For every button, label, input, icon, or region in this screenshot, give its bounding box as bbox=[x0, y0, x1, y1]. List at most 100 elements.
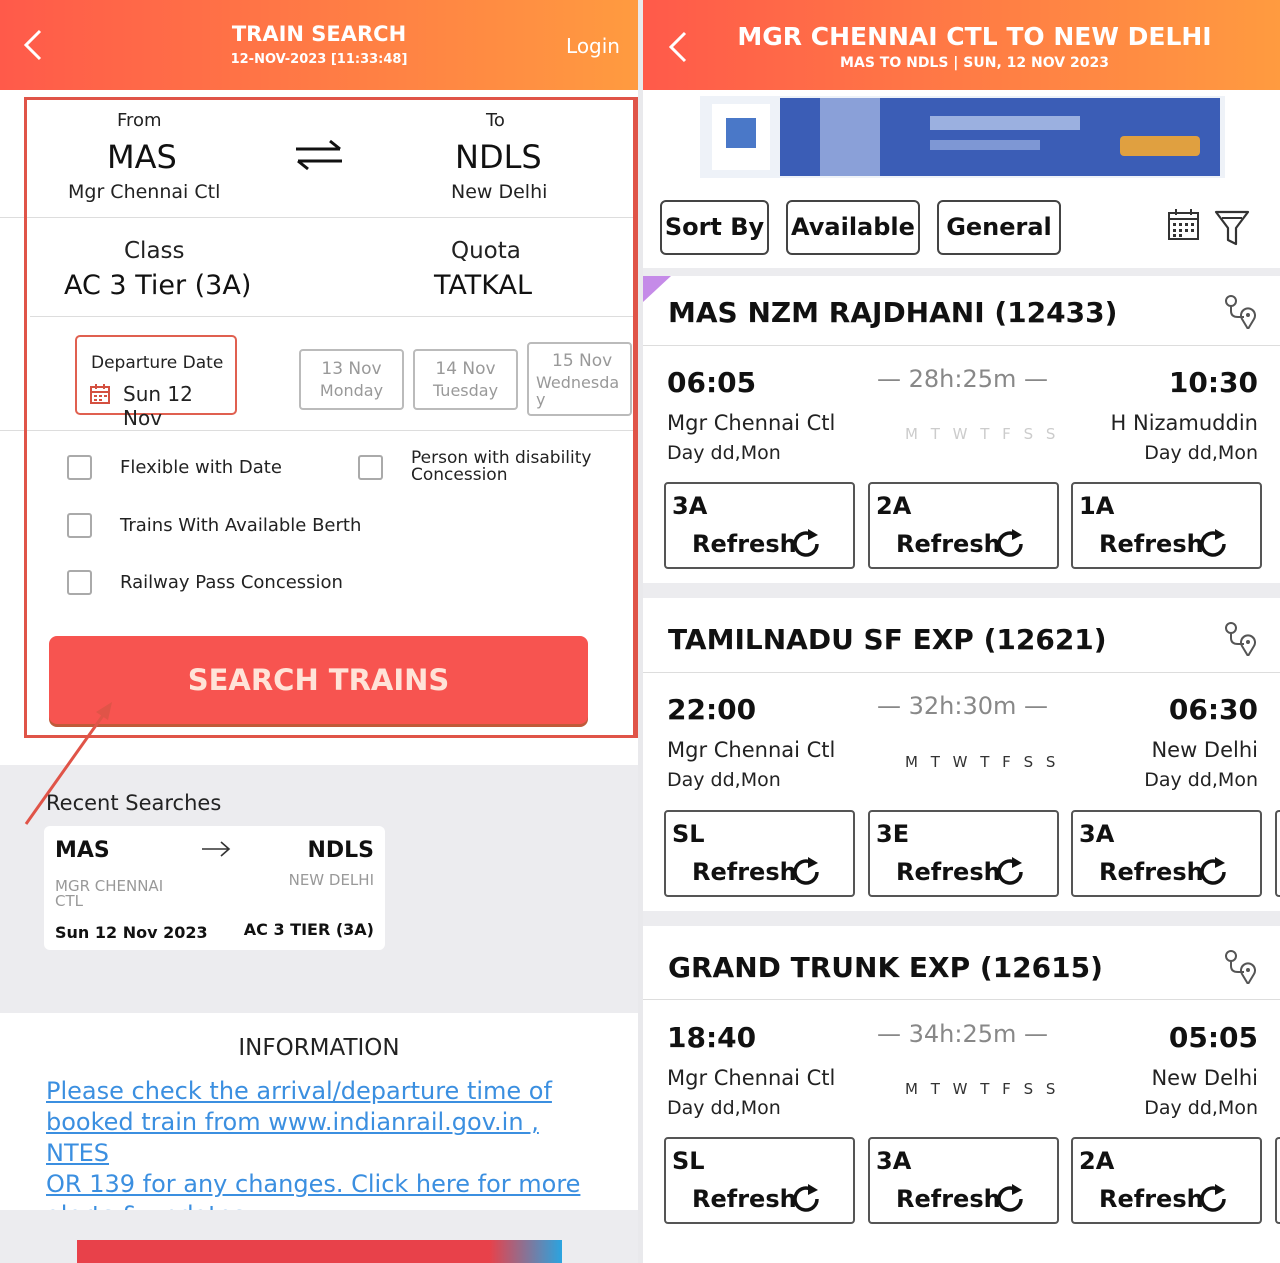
class-code: 2A bbox=[1079, 1147, 1115, 1175]
class-sl-button[interactable]: SL Refresh bbox=[664, 810, 855, 897]
departure-day: Day dd,Mon bbox=[667, 1097, 781, 1119]
info-line: Please check the arrival/departure time … bbox=[46, 1077, 552, 1105]
refresh-icon bbox=[1200, 857, 1226, 885]
information-link[interactable]: Please check the arrival/departure time … bbox=[46, 1076, 606, 1231]
filter-icon[interactable] bbox=[1214, 208, 1250, 248]
class-button-overflow[interactable] bbox=[1275, 810, 1280, 897]
journey-duration: — 28h:25m — bbox=[876, 365, 1049, 393]
train-name[interactable]: TAMILNADU SF EXP (12621) bbox=[668, 623, 1107, 656]
class-code: 3A bbox=[1079, 820, 1115, 848]
class-code: 3E bbox=[876, 820, 910, 848]
arrival-station: New Delhi bbox=[1151, 738, 1258, 762]
departure-station: Mgr Chennai Ctl bbox=[667, 411, 836, 435]
recent-search-card[interactable]: MAS NDLS MGR CHENNAI CTL NEW DELHI Sun 1… bbox=[44, 826, 385, 950]
arrival-time: 05:05 bbox=[1168, 1021, 1258, 1054]
page-timestamp: 12-NOV-2023 [11:33:48] bbox=[230, 52, 408, 67]
recent-from-name: MGR CHENNAI CTL bbox=[55, 871, 163, 909]
class-2a-button[interactable]: 2A Refresh bbox=[1071, 1137, 1262, 1224]
arrival-time: 06:30 bbox=[1168, 693, 1258, 726]
recent-date: Sun 12 Nov 2023 bbox=[55, 923, 208, 942]
running-days: M T W T F S S bbox=[905, 753, 1060, 771]
app-header: TRAIN SEARCH 12-NOV-2023 [11:33:48] Logi… bbox=[0, 0, 638, 90]
class-code: SL bbox=[672, 1147, 705, 1175]
available-filter-button[interactable]: Available bbox=[786, 200, 920, 255]
divider bbox=[643, 999, 1280, 1000]
refresh-label: Refresh bbox=[692, 1185, 797, 1213]
refresh-label: Refresh bbox=[1099, 530, 1204, 558]
refresh-icon bbox=[997, 857, 1023, 885]
departure-station: Mgr Chennai Ctl bbox=[667, 1066, 836, 1090]
class-code: 3A bbox=[876, 1147, 912, 1175]
section-separator bbox=[643, 268, 1280, 276]
refresh-icon bbox=[793, 529, 819, 557]
train-search-screen: TRAIN SEARCH 12-NOV-2023 [11:33:48] Logi… bbox=[0, 0, 638, 1263]
class-sl-button[interactable]: SL Refresh bbox=[664, 1137, 855, 1224]
class-code: 3A bbox=[672, 492, 708, 520]
arrival-station: New Delhi bbox=[1151, 1066, 1258, 1090]
corner-tag bbox=[643, 276, 671, 302]
advertisement-banner[interactable] bbox=[700, 96, 1225, 178]
class-1a-button[interactable]: 1A Refresh bbox=[1071, 482, 1262, 569]
refresh-label: Refresh bbox=[896, 858, 1001, 886]
results-header: MGR CHENNAI CTL TO NEW DELHI MAS TO NDLS… bbox=[643, 0, 1280, 90]
arrival-day: Day dd,Mon bbox=[1144, 769, 1258, 791]
departure-time: 06:05 bbox=[667, 366, 757, 399]
departure-day: Day dd,Mon bbox=[667, 442, 781, 464]
info-line: booked train from www.indianrail.gov.in … bbox=[46, 1108, 539, 1167]
journey-duration: — 32h:30m — bbox=[876, 692, 1049, 720]
arrival-time: 10:30 bbox=[1168, 366, 1258, 399]
duration-value: 28h:25m bbox=[908, 365, 1017, 393]
recent-to-name: NEW DELHI bbox=[288, 871, 374, 889]
refresh-icon bbox=[793, 857, 819, 885]
sort-by-button[interactable]: Sort By bbox=[660, 200, 769, 255]
train-name[interactable]: MAS NZM RAJDHANI (12433) bbox=[668, 296, 1117, 329]
refresh-label: Refresh bbox=[896, 530, 1001, 558]
refresh-icon bbox=[1200, 1184, 1226, 1212]
class-3a-button[interactable]: 3A Refresh bbox=[1071, 810, 1262, 897]
recent-from-code: MAS bbox=[55, 838, 110, 863]
class-2a-button[interactable]: 2A Refresh bbox=[868, 482, 1059, 569]
class-3a-button[interactable]: 3A Refresh bbox=[664, 482, 855, 569]
page-title: TRAIN SEARCH bbox=[231, 22, 407, 46]
login-link[interactable]: Login bbox=[566, 34, 620, 58]
refresh-label: Refresh bbox=[1099, 858, 1204, 886]
divider bbox=[643, 345, 1280, 346]
arrival-day: Day dd,Mon bbox=[1144, 442, 1258, 464]
class-3e-button[interactable]: 3E Refresh bbox=[868, 810, 1059, 897]
running-days: M T W T F S S bbox=[905, 425, 1060, 443]
recent-class: AC 3 TIER (3A) bbox=[243, 920, 374, 939]
refresh-icon bbox=[997, 1184, 1023, 1212]
refresh-label: Refresh bbox=[896, 1185, 1001, 1213]
refresh-label: Refresh bbox=[1099, 1185, 1204, 1213]
refresh-label: Refresh bbox=[692, 530, 797, 558]
class-code: 1A bbox=[1079, 492, 1115, 520]
class-button-overflow[interactable] bbox=[1275, 1137, 1280, 1224]
recent-to-code: NDLS bbox=[307, 838, 374, 863]
calendar-icon[interactable] bbox=[1167, 208, 1200, 241]
class-3a-button[interactable]: 3A Refresh bbox=[868, 1137, 1059, 1224]
route-map-icon[interactable] bbox=[1222, 293, 1256, 329]
departure-time: 22:00 bbox=[667, 693, 757, 726]
departure-station: Mgr Chennai Ctl bbox=[667, 738, 836, 762]
info-line: OR 139 for any changes. Click here for m… bbox=[46, 1170, 581, 1198]
route-subtitle: MAS TO NDLS | SUN, 12 NOV 2023 bbox=[840, 55, 1109, 71]
arrival-day: Day dd,Mon bbox=[1144, 1097, 1258, 1119]
journey-duration: — 34h:25m — bbox=[876, 1020, 1049, 1048]
bottom-banner[interactable] bbox=[77, 1240, 562, 1263]
class-code: SL bbox=[672, 820, 705, 848]
duration-value: 32h:30m bbox=[908, 692, 1017, 720]
recent-searches-title: Recent Searches bbox=[46, 791, 222, 815]
running-days: M T W T F S S bbox=[905, 1080, 1060, 1098]
section-separator bbox=[643, 583, 1280, 598]
duration-value: 34h:25m bbox=[908, 1020, 1017, 1048]
refresh-label: Refresh bbox=[692, 858, 797, 886]
route-title: MGR CHENNAI CTL TO NEW DELHI bbox=[737, 22, 1212, 51]
general-quota-button[interactable]: General bbox=[937, 200, 1061, 255]
refresh-icon bbox=[1200, 529, 1226, 557]
train-name[interactable]: GRAND TRUNK EXP (12615) bbox=[668, 951, 1103, 984]
arrow-right-icon bbox=[202, 841, 231, 857]
route-map-icon[interactable] bbox=[1222, 620, 1256, 656]
refresh-icon bbox=[793, 1184, 819, 1212]
route-map-icon[interactable] bbox=[1222, 948, 1256, 984]
information-title: INFORMATION bbox=[238, 1035, 400, 1061]
